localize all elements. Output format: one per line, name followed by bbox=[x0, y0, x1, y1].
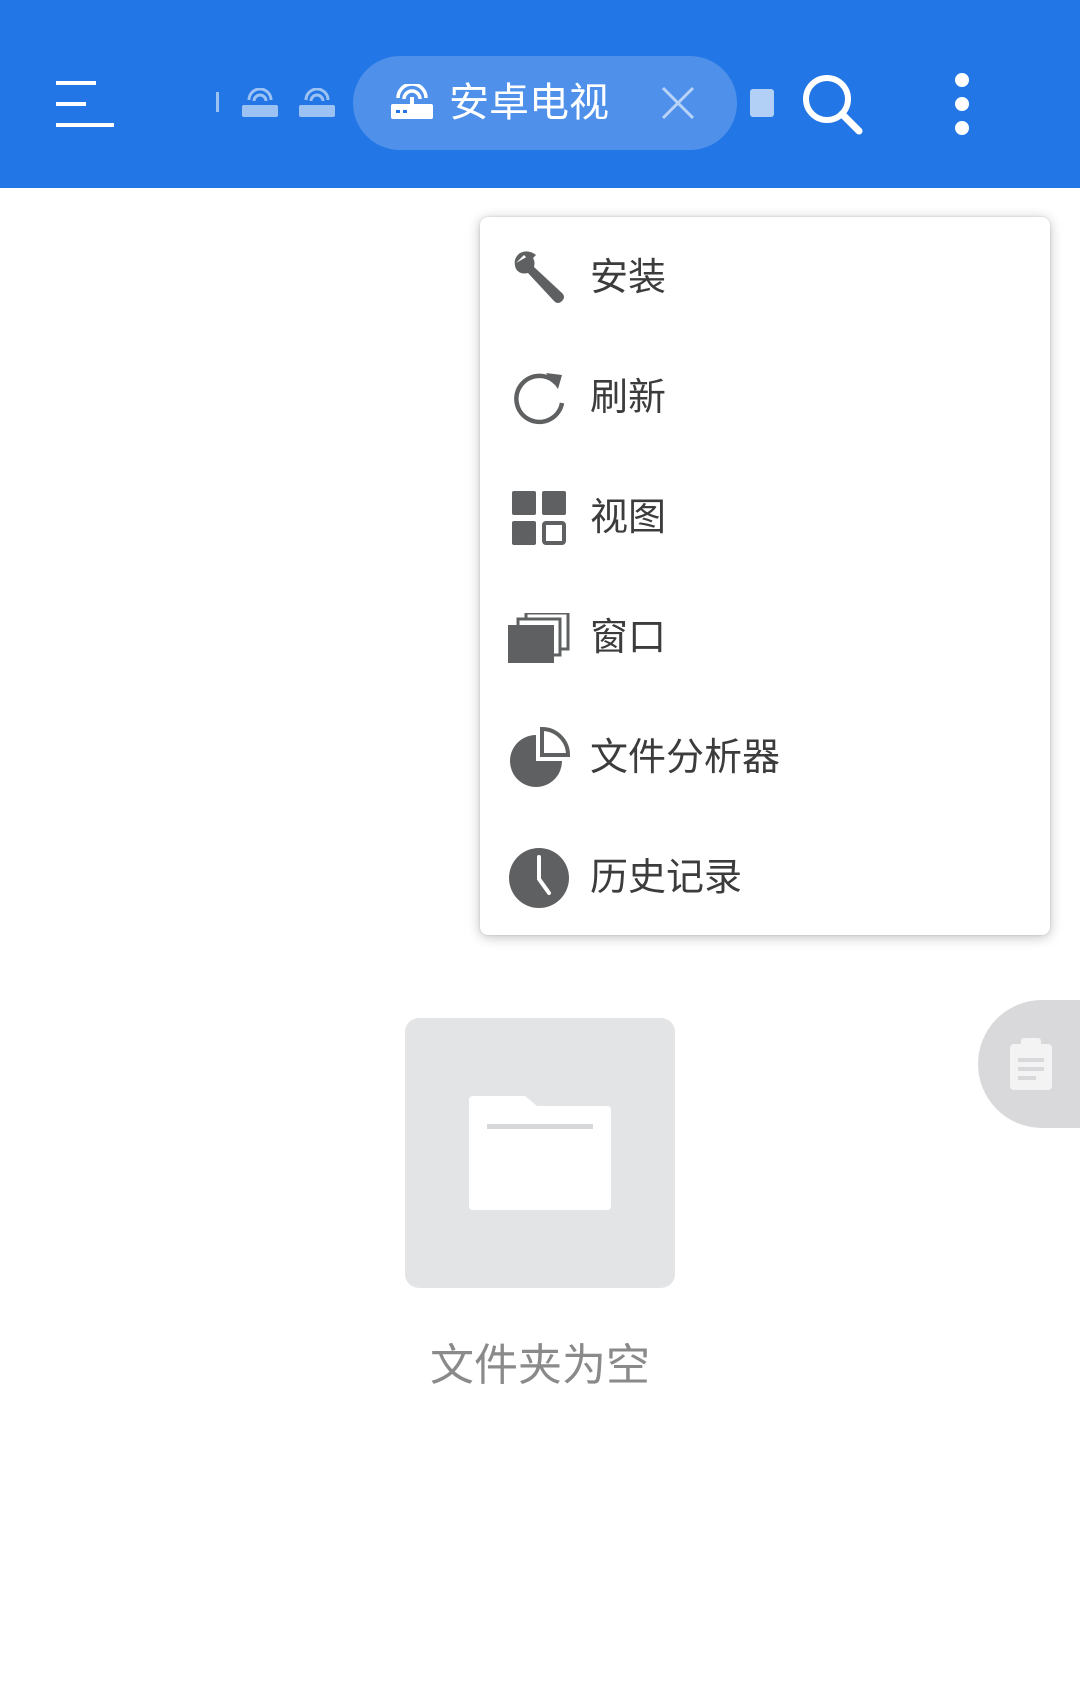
tab-label: 安卓电视 bbox=[449, 80, 609, 126]
menu-item-install[interactable]: 安装 bbox=[480, 217, 1050, 337]
more-vert-icon bbox=[955, 73, 969, 135]
folder-icon bbox=[469, 1096, 611, 1210]
menu-item-label: 窗口 bbox=[590, 615, 667, 659]
overflow-menu: 安装 刷新 视图 窗口 文件分析器 历史记录 bbox=[480, 217, 1050, 935]
empty-folder-message: 文件夹为空 bbox=[430, 1340, 650, 1391]
router-icon[interactable] bbox=[240, 88, 280, 118]
hamburger-menu-icon bbox=[56, 81, 114, 127]
tab-stub-icon[interactable] bbox=[215, 88, 221, 114]
refresh-icon bbox=[508, 367, 570, 429]
menu-item-windows[interactable]: 窗口 bbox=[480, 577, 1050, 697]
pie-chart-icon bbox=[508, 727, 570, 789]
menu-item-label: 刷新 bbox=[590, 375, 667, 419]
menu-item-label: 安装 bbox=[590, 255, 667, 299]
router-icon bbox=[391, 84, 433, 119]
search-icon bbox=[803, 75, 863, 135]
tab-stub-icon[interactable] bbox=[750, 89, 774, 117]
menu-item-label: 视图 bbox=[590, 495, 667, 539]
clock-icon bbox=[508, 847, 570, 909]
tab-strip: 安卓电视 bbox=[205, 56, 785, 150]
top-app-bar: 安卓电视 bbox=[0, 0, 1080, 188]
menu-item-label: 文件分析器 bbox=[590, 735, 781, 779]
empty-folder-illustration bbox=[405, 1018, 675, 1288]
menu-item-file-analyzer[interactable]: 文件分析器 bbox=[480, 697, 1050, 817]
clipboard-tab[interactable] bbox=[978, 1000, 1080, 1128]
windows-stack-icon bbox=[508, 607, 570, 669]
router-icon[interactable] bbox=[297, 88, 337, 118]
menu-item-history[interactable]: 历史记录 bbox=[480, 817, 1050, 937]
search-button[interactable] bbox=[790, 62, 874, 146]
tab-android-tv[interactable]: 安卓电视 bbox=[353, 56, 737, 150]
close-icon bbox=[661, 86, 695, 120]
menu-item-view[interactable]: 视图 bbox=[480, 457, 1050, 577]
clipboard-icon bbox=[1010, 1038, 1052, 1090]
close-tab-button[interactable] bbox=[653, 78, 703, 128]
grid-view-icon bbox=[508, 487, 570, 549]
menu-item-label: 历史记录 bbox=[590, 855, 743, 899]
wrench-icon bbox=[508, 247, 570, 309]
more-options-button[interactable] bbox=[920, 62, 1004, 146]
menu-button[interactable] bbox=[40, 62, 130, 146]
menu-item-refresh[interactable]: 刷新 bbox=[480, 337, 1050, 457]
